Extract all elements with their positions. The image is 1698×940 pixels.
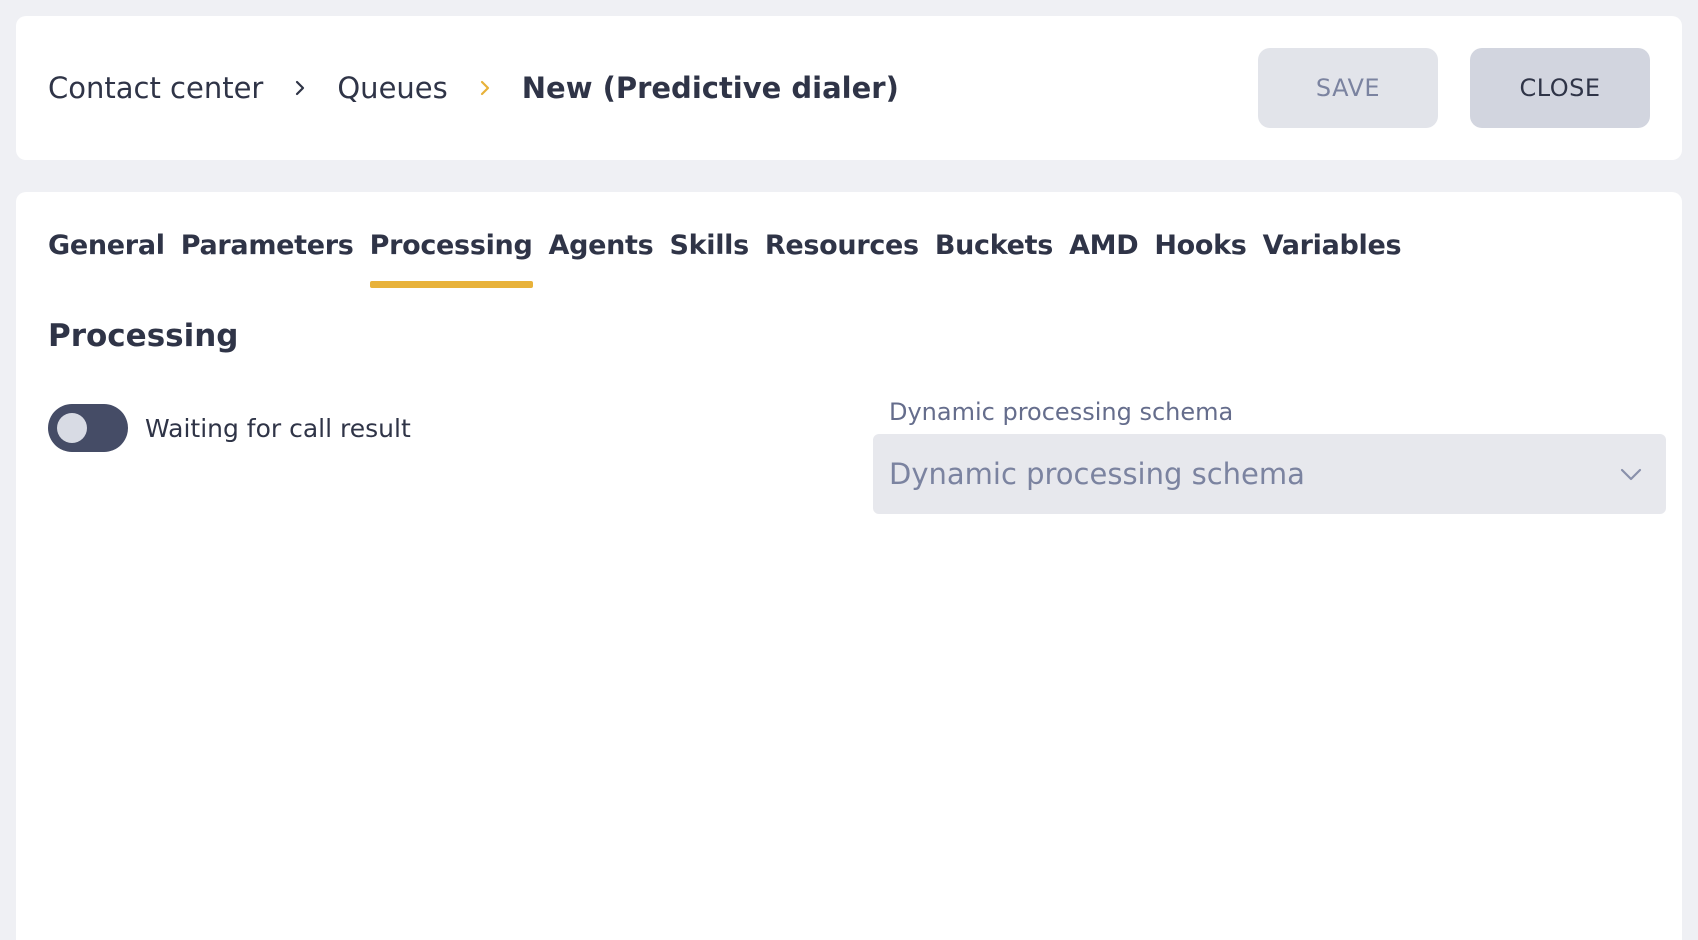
tab-resources[interactable]: Resources: [765, 230, 919, 288]
tab-buckets[interactable]: Buckets: [935, 230, 1054, 288]
tab-bar: General Parameters Processing Agents Ski…: [48, 192, 1650, 288]
close-button[interactable]: CLOSE: [1470, 48, 1650, 128]
breadcrumb-item-queues[interactable]: Queues: [337, 71, 447, 105]
dynamic-processing-schema-select[interactable]: Dynamic processing schema: [873, 434, 1666, 514]
section-title: Processing: [48, 318, 239, 354]
breadcrumb-item-contact-center[interactable]: Contact center: [48, 71, 263, 105]
tab-agents[interactable]: Agents: [549, 230, 654, 288]
toggle-knob: [57, 413, 87, 443]
breadcrumb-current: New (Predictive dialer): [521, 71, 899, 105]
breadcrumb: Contact center Queues New (Predictive di…: [48, 71, 899, 105]
tab-hooks[interactable]: Hooks: [1154, 230, 1247, 288]
chevron-right-icon: [474, 77, 496, 99]
tab-variables[interactable]: Variables: [1263, 230, 1402, 288]
tab-general[interactable]: General: [48, 230, 165, 288]
chevron-right-icon: [289, 77, 311, 99]
header-actions: SAVE CLOSE: [1258, 48, 1650, 128]
tab-processing[interactable]: Processing: [369, 230, 533, 288]
waiting-for-call-result-toggle[interactable]: [48, 404, 128, 452]
save-button[interactable]: SAVE: [1258, 48, 1438, 128]
tab-skills[interactable]: Skills: [669, 230, 749, 288]
toggle-label: Waiting for call result: [145, 413, 411, 443]
select-placeholder: Dynamic processing schema: [889, 457, 1305, 491]
tab-parameters[interactable]: Parameters: [181, 230, 354, 288]
tab-amd[interactable]: AMD: [1069, 230, 1139, 288]
main-card: General Parameters Processing Agents Ski…: [16, 192, 1682, 940]
page-header: Contact center Queues New (Predictive di…: [16, 16, 1682, 160]
dynamic-processing-schema-field: Dynamic processing schema Dynamic proces…: [873, 386, 1666, 514]
chevron-down-icon: [1618, 461, 1644, 487]
processing-form: Waiting for call result Dynamic processi…: [48, 386, 1666, 536]
waiting-for-call-result-setting: Waiting for call result: [48, 404, 411, 452]
field-label: Dynamic processing schema: [889, 398, 1234, 426]
